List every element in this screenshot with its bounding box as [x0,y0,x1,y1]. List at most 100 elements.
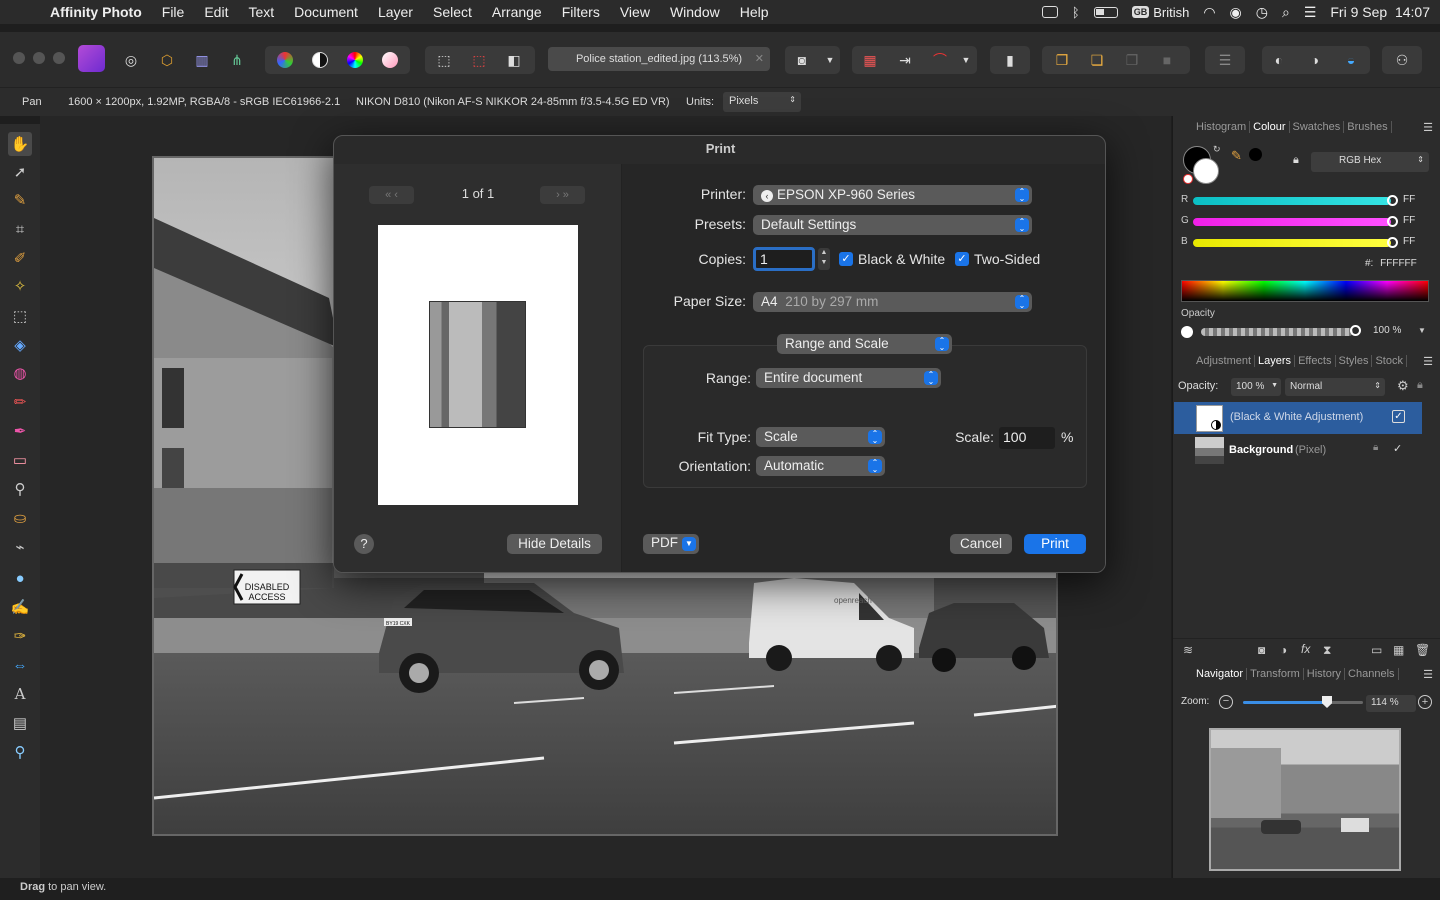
menu-select[interactable]: Select [423,4,482,20]
add-live-filter-icon[interactable]: ⧗ [1323,643,1331,658]
green-slider-track[interactable] [1193,218,1391,226]
tab-stock[interactable]: Stock [1372,355,1407,367]
black-white-checkbox[interactable]: ✓ [839,252,853,266]
no-colour-icon[interactable] [1183,174,1193,184]
color-replace-tool-icon[interactable]: ✒ [8,419,32,443]
crop-tool-icon[interactable]: ⌗ [8,217,32,241]
liquify-persona-icon[interactable]: ◎ [119,48,143,72]
tab-styles[interactable]: Styles [1336,355,1373,367]
opacity-slider-knob[interactable] [1350,325,1361,336]
white-balance-icon[interactable] [378,48,402,72]
blur-tool-icon[interactable]: ● [8,566,32,590]
snapping-icon[interactable]: ⌒ [928,48,952,72]
zoom-window-button[interactable] [53,52,65,64]
align-icon[interactable]: ☰ [1213,48,1237,72]
guides-icon[interactable]: ⇥ [893,48,917,72]
menu-edit[interactable]: Edit [194,4,238,20]
screen-mirroring-icon[interactable] [1041,6,1058,18]
add-group-icon[interactable]: ▭ [1371,643,1382,657]
swap-colours-icon[interactable]: ↻ [1213,144,1221,155]
dodge-tool-icon[interactable]: ⚲ [8,477,32,501]
opacity-dropdown-icon[interactable]: ▼ [1418,326,1426,335]
gradient-tool-icon[interactable]: ◍ [8,361,32,385]
tone-mapping-persona-icon[interactable]: ▥ [190,48,214,72]
section-select[interactable]: Range and Scale ⌃ ⌄ [777,334,952,354]
tab-channels[interactable]: Channels [1345,668,1399,680]
invert-selection-icon[interactable]: ◧ [502,48,526,72]
green-slider[interactable]: G FF [1181,215,1431,229]
bluetooth-icon[interactable]: ᛒ [1072,5,1080,20]
levels-icon[interactable] [273,48,297,72]
layer-lock-icon-background[interactable]: 🔒︎ [1373,442,1378,453]
add-adjustment-icon[interactable]: ◑ [1280,643,1287,657]
tab-histogram[interactable]: Histogram [1193,121,1251,133]
green-value[interactable]: FF [1403,215,1415,226]
tab-transform[interactable]: Transform [1247,668,1304,680]
red-slider-track[interactable] [1193,197,1391,205]
selection-brush-tool-icon[interactable]: ✐ [8,246,32,270]
tab-swatches[interactable]: Swatches [1290,121,1345,133]
move-front-icon[interactable]: ❐ [1120,48,1144,72]
scale-field[interactable]: 100 [999,427,1055,449]
layer-lock-icon[interactable]: 🔒︎ [1417,379,1423,392]
previous-page-button[interactable]: « ‹ [369,186,414,204]
view-tool-icon[interactable]: ✋ [8,132,32,156]
layer-row-adjustment[interactable]: (Black & White Adjustment) ✓ [1174,402,1422,434]
blue-slider-knob[interactable] [1387,237,1398,248]
move-back-icon[interactable]: ❐ [1050,48,1074,72]
layer-visibility-checkbox-adjustment[interactable]: ✓ [1392,410,1405,423]
menubar-clock[interactable]: Fri 9 Sep 14:07 [1330,4,1430,20]
erase-tool-icon[interactable]: ▭ [8,448,32,472]
units-select[interactable]: Pixels ⇕ [723,92,801,112]
menu-help[interactable]: Help [730,4,779,20]
paper-size-select[interactable]: A4 210 by 297 mm ⌃ ⌄ [753,292,1032,312]
tab-colour[interactable]: Colour [1250,121,1290,133]
clone-tool-icon[interactable]: ⛀ [8,506,32,530]
select-all-icon[interactable]: ⬚ [432,48,456,72]
grid-icon[interactable]: ▦ [858,48,882,72]
document-title-tab[interactable]: Police station_edited.jpg (113.5%) ✕ [548,47,770,71]
menu-view[interactable]: View [610,4,660,20]
input-source-menu[interactable]: GB British [1131,5,1189,20]
eyedropper-icon[interactable]: ✎ [1231,148,1242,164]
text-tool-icon[interactable]: A [8,682,32,706]
snapping-dropdown-icon[interactable]: ▼ [954,48,978,72]
subtract-icon[interactable]: ◑ [1303,48,1327,72]
zoom-slider-track[interactable] [1243,701,1363,704]
orientation-select[interactable]: Automatic ⌃ ⌄ [756,456,885,476]
move-to-back-icon[interactable]: ■ [1155,48,1179,72]
opacity-value[interactable]: 100 % [1373,325,1401,336]
time-machine-icon[interactable]: ◷ [1256,4,1268,21]
two-sided-checkbox[interactable]: ✓ [955,252,969,266]
colour-model-select[interactable]: 🔒︎ RGB Hex ⇕ [1293,152,1429,172]
tab-layers[interactable]: Layers [1255,355,1296,367]
picked-colour-swatch[interactable] [1249,148,1262,161]
affinity-photo-persona-icon[interactable] [78,45,105,72]
blue-value[interactable]: FF [1403,236,1415,247]
menu-window[interactable]: Window [660,4,730,20]
zoom-value[interactable]: 114 % [1366,695,1416,712]
green-slider-knob[interactable] [1387,216,1398,227]
print-button[interactable]: Print [1024,534,1086,554]
navigator-preview[interactable] [1209,728,1401,871]
close-window-button[interactable] [13,52,25,64]
mask-dropdown-icon[interactable]: ▼ [818,48,842,72]
blue-slider-track[interactable] [1193,239,1391,247]
delete-layer-icon[interactable]: 🗑︎ [1415,643,1430,657]
tab-navigator[interactable]: Navigator [1193,668,1248,680]
layers-panel-menu-icon[interactable]: ☰ [1423,355,1433,368]
pdf-menu-button[interactable]: PDF ▼ [643,534,699,554]
help-button[interactable]: ? [354,534,374,554]
account-icon[interactable]: ⚇ [1390,48,1414,72]
wifi-icon[interactable]: ◠ [1203,4,1215,21]
two-sided-label[interactable]: Two-Sided [974,251,1040,267]
menu-layer[interactable]: Layer [368,4,423,20]
copies-stepper[interactable]: ▲ ▼ [818,248,830,270]
fit-type-select[interactable]: Scale ⌃ ⌄ [756,427,885,447]
layer-visibility-checkbox-background[interactable]: ✓ [1393,442,1402,455]
zoom-tool-icon[interactable]: ⚲ [8,740,32,764]
layers-stack-icon[interactable]: ≋ [1183,643,1193,657]
menu-file[interactable]: File [152,4,195,20]
mesh-warp-tool-icon[interactable]: ▤ [8,711,32,735]
hide-details-button[interactable]: Hide Details [507,534,602,554]
